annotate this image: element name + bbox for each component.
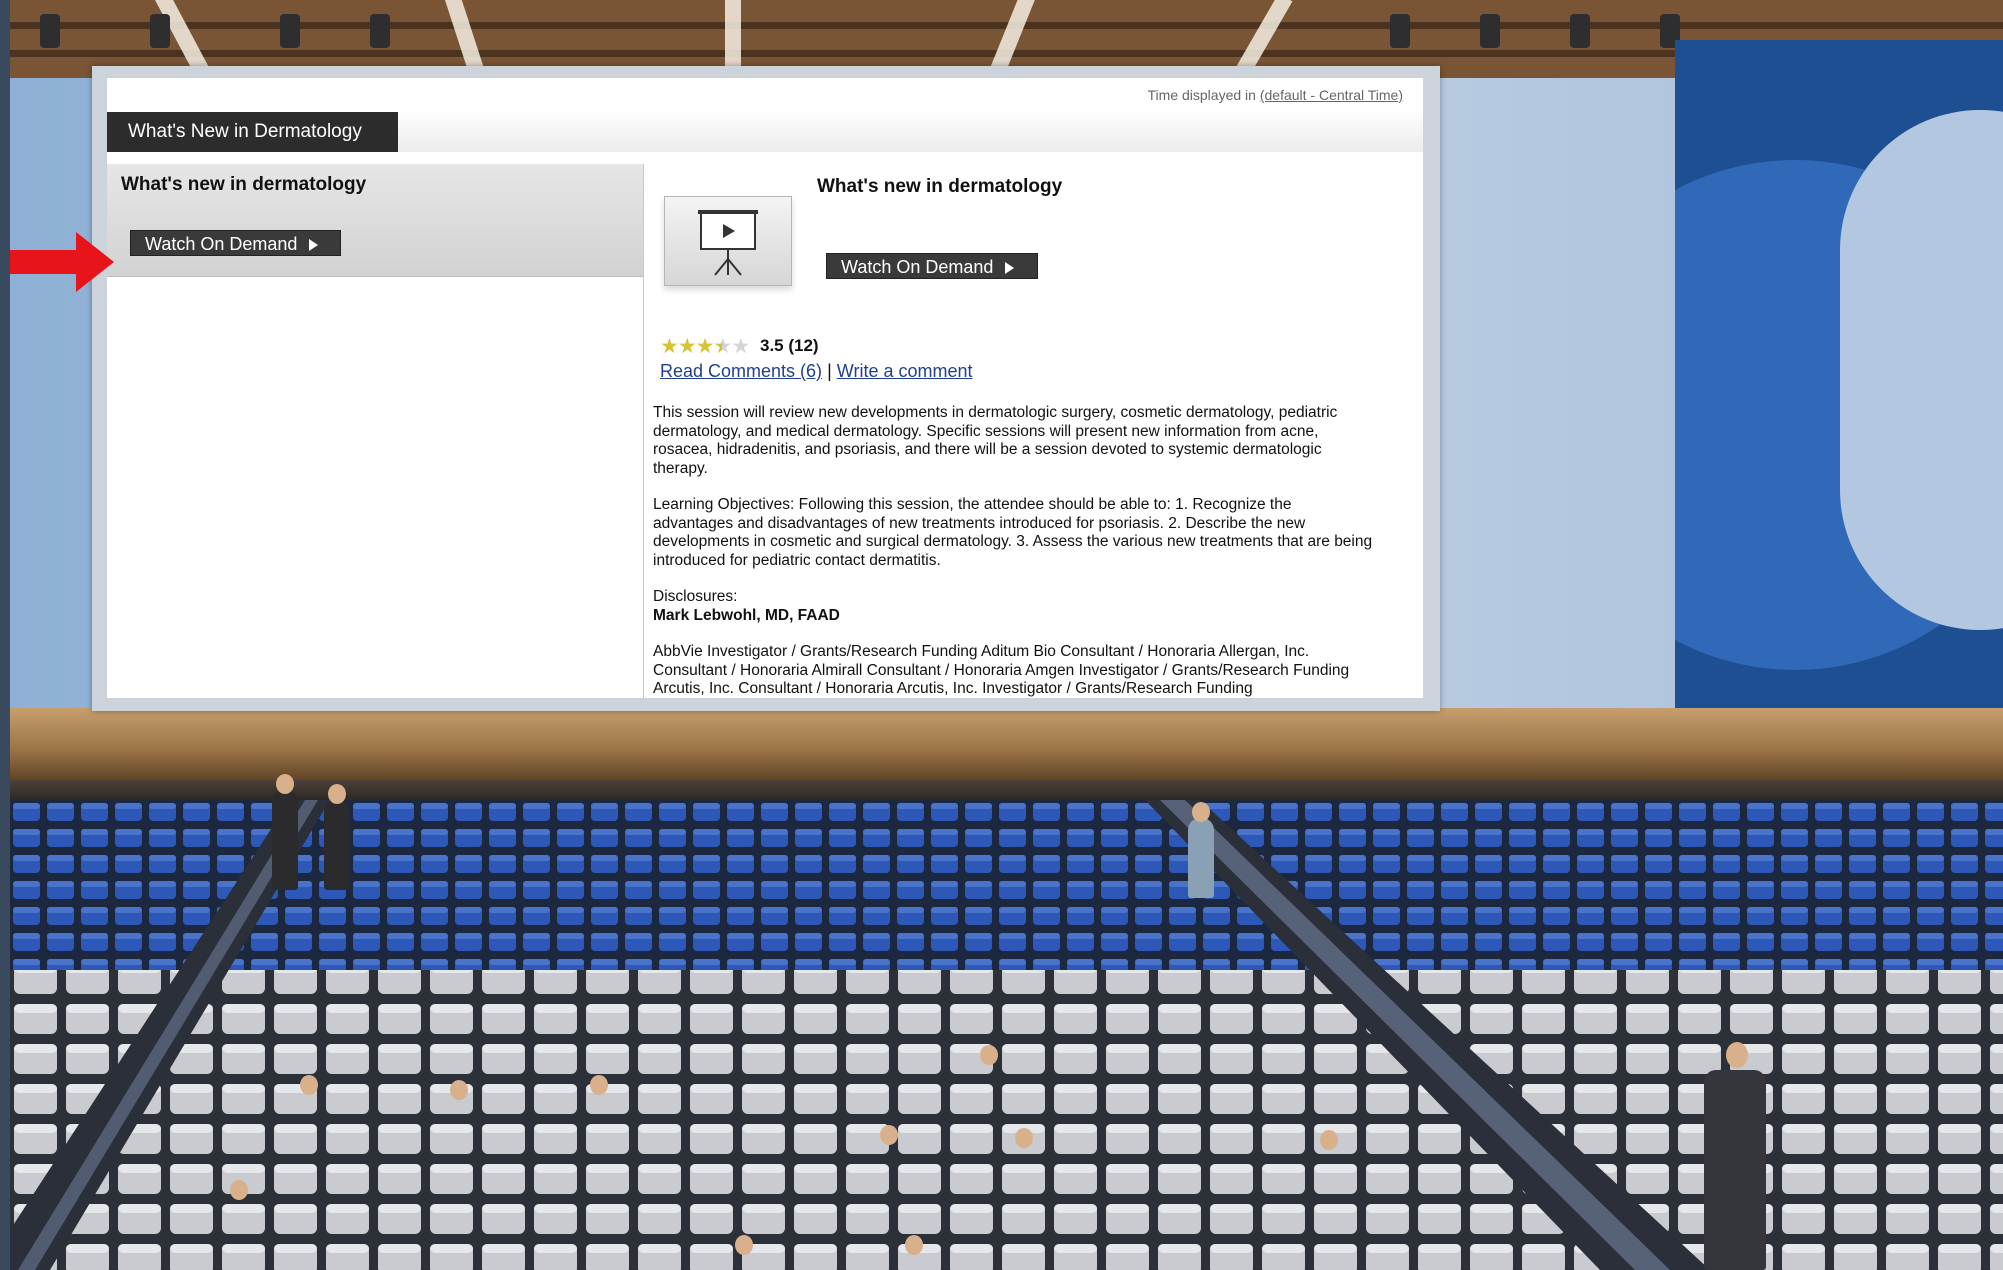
stage-edge <box>10 780 2003 802</box>
spotlight-icon <box>40 14 60 48</box>
link-separator: | <box>827 361 832 381</box>
audience-head <box>905 1235 923 1255</box>
session-thumbnail[interactable] <box>664 196 792 286</box>
disclosures-label: Disclosures: <box>653 588 738 605</box>
audience-head <box>590 1075 608 1095</box>
session-panel: Time displayed in (default - Central Tim… <box>107 78 1423 698</box>
star-full-icon: ★ <box>660 335 679 358</box>
audience-head <box>300 1075 318 1095</box>
wall-graphic <box>1675 40 2003 728</box>
timezone-link[interactable]: (default - Central Time) <box>1260 87 1403 103</box>
tab-whats-new-in-dermatology[interactable]: What's New in Dermatology <box>107 112 398 152</box>
spotlight-icon <box>1570 14 1590 48</box>
person-head <box>1192 802 1210 822</box>
standing-person <box>324 800 350 890</box>
session-summary: This session will review new development… <box>653 404 1338 477</box>
presenter-name: Mark Lebwohl, MD, FAAD <box>653 606 840 624</box>
session-detail: What's new in dermatology Watch On Deman… <box>644 164 1423 698</box>
red-arrow-icon <box>10 232 114 292</box>
audience-head <box>880 1125 898 1145</box>
watch-on-demand-detail-label: Watch On Demand <box>841 257 994 277</box>
watch-on-demand-button[interactable]: Watch On Demand <box>130 230 341 256</box>
rating-score: 3.5 (12) <box>760 336 819 355</box>
session-detail-title: What's new in dermatology <box>817 176 1063 197</box>
watch-on-demand-label: Watch On Demand <box>145 234 298 254</box>
projector-screen-icon <box>698 210 758 276</box>
play-triangle-icon <box>309 239 319 251</box>
stage <box>10 708 2003 783</box>
write-comment-link[interactable]: Write a comment <box>837 361 973 381</box>
timezone-notice: Time displayed in (default - Central Tim… <box>1148 87 1403 103</box>
star-rating-icon: ★★★★★ <box>660 334 750 359</box>
session-list-item[interactable]: What's new in dermatology Watch On Deman… <box>107 164 643 277</box>
walking-person <box>1704 1070 1766 1270</box>
star-empty-icon: ★ <box>731 335 750 358</box>
learning-objectives: Learning Objectives: Following this sess… <box>653 496 1373 569</box>
audience-head <box>980 1045 998 1065</box>
spotlight-icon <box>280 14 300 48</box>
read-comments-link[interactable]: Read Comments (6) <box>660 361 822 381</box>
star-half-icon: ★ <box>713 335 732 358</box>
audience-head <box>735 1235 753 1255</box>
spotlight-icon <box>1480 14 1500 48</box>
session-list-item-title: What's new in dermatology <box>121 174 367 195</box>
person-head <box>276 774 294 794</box>
standing-person <box>272 790 298 890</box>
disclosures-text: AbbVie Investigator / Grants/Research Fu… <box>653 643 1350 697</box>
watch-on-demand-detail-button[interactable]: Watch On Demand <box>826 253 1038 279</box>
window-edge <box>0 0 10 1270</box>
standing-person <box>1188 818 1214 898</box>
comment-links: Read Comments (6) | Write a comment <box>660 361 972 382</box>
audience-head <box>1320 1130 1338 1150</box>
session-list: What's new in dermatology Watch On Deman… <box>107 164 644 698</box>
audience-head <box>230 1180 248 1200</box>
audience-head <box>450 1080 468 1100</box>
wall-graphic-pill <box>1840 110 2003 630</box>
session-description: This session will review new development… <box>653 404 1373 698</box>
audience-head <box>1015 1128 1033 1148</box>
spotlight-icon <box>370 14 390 48</box>
timezone-prefix: Time displayed in <box>1147 87 1260 103</box>
play-triangle-icon <box>1005 262 1015 274</box>
spotlight-icon <box>150 14 170 48</box>
star-full-icon: ★ <box>677 335 697 358</box>
spotlight-icon <box>1390 14 1410 48</box>
person-head <box>1726 1042 1748 1068</box>
star-full-icon: ★ <box>695 335 715 358</box>
tab-bar: What's New in Dermatology <box>107 112 1423 152</box>
person-head <box>328 784 346 804</box>
